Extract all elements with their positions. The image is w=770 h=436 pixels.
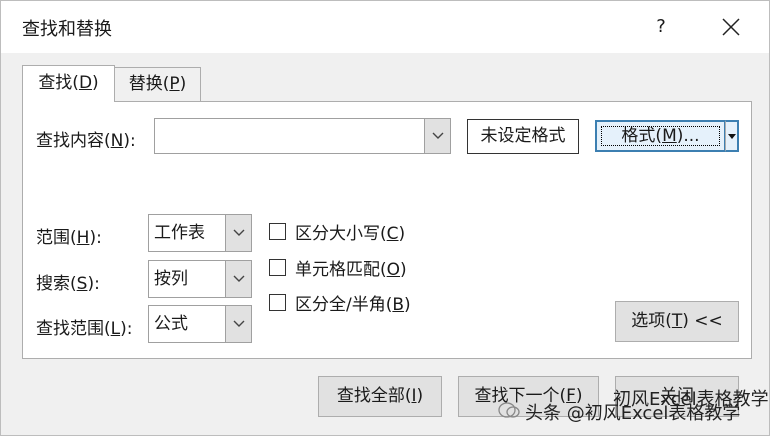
tab-replace[interactable]: 替换(P) bbox=[115, 67, 201, 101]
search-order-value: 按列 bbox=[154, 269, 188, 289]
chevron-down-icon bbox=[233, 229, 244, 236]
chevron-down-icon bbox=[432, 132, 443, 139]
find-replace-dialog: 查找和替换 ? 查找(D) 替换(P) 查找内容(N): 未设定格式 格式(M)… bbox=[0, 0, 770, 436]
close-window-button[interactable] bbox=[713, 13, 749, 41]
match-case-label: 区分大小写(C) bbox=[295, 224, 406, 244]
scope-select[interactable]: 工作表 bbox=[148, 214, 252, 252]
tab-find[interactable]: 查找(D) bbox=[22, 65, 115, 102]
checkbox-box[interactable] bbox=[269, 259, 286, 276]
chevron-down-icon bbox=[233, 275, 244, 282]
chevron-down-icon bbox=[233, 320, 244, 327]
scope-value: 工作表 bbox=[154, 223, 205, 243]
title-bar: 查找和替换 ? bbox=[1, 1, 769, 53]
match-entire-cell-checkbox[interactable]: 单元格匹配(O) bbox=[269, 255, 407, 280]
find-what-combo[interactable] bbox=[154, 118, 451, 154]
options-button[interactable]: 选项(T) << bbox=[615, 301, 739, 342]
match-case-checkbox[interactable]: 区分大小写(C) bbox=[269, 219, 405, 244]
caret-down-icon bbox=[727, 133, 736, 139]
checkbox-box[interactable] bbox=[269, 294, 286, 311]
match-byte-width-checkbox[interactable]: 区分全/半角(B) bbox=[269, 290, 411, 315]
scope-dropdown[interactable] bbox=[225, 215, 251, 251]
look-in-label: 查找范围(L): bbox=[36, 319, 133, 339]
help-button[interactable]: ? bbox=[649, 13, 673, 41]
search-order-dropdown[interactable] bbox=[225, 261, 251, 297]
find-what-label: 查找内容(N): bbox=[36, 131, 136, 151]
format-status-label: 未设定格式 bbox=[467, 119, 579, 154]
match-entire-cell-label: 单元格匹配(O) bbox=[295, 260, 407, 280]
close-icon bbox=[722, 18, 740, 36]
find-what-dropdown[interactable] bbox=[424, 119, 450, 153]
dialog-title: 查找和替换 bbox=[22, 19, 112, 40]
search-order-label: 搜索(S): bbox=[36, 274, 100, 294]
find-all-button[interactable]: 查找全部(I) bbox=[318, 376, 442, 417]
look-in-value: 公式 bbox=[154, 314, 188, 334]
toutiao-logo bbox=[498, 402, 520, 418]
format-dropdown-button[interactable] bbox=[725, 120, 739, 152]
search-order-select[interactable]: 按列 bbox=[148, 260, 252, 298]
format-button[interactable]: 格式(M)... bbox=[595, 120, 726, 152]
match-byte-width-label: 区分全/半角(B) bbox=[295, 295, 411, 315]
scope-label: 范围(H): bbox=[36, 228, 102, 248]
checkbox-box[interactable] bbox=[269, 223, 286, 240]
look-in-dropdown[interactable] bbox=[225, 306, 251, 342]
watermark-faint: 初风Excel表格教学 bbox=[613, 389, 769, 410]
look-in-select[interactable]: 公式 bbox=[148, 305, 252, 343]
